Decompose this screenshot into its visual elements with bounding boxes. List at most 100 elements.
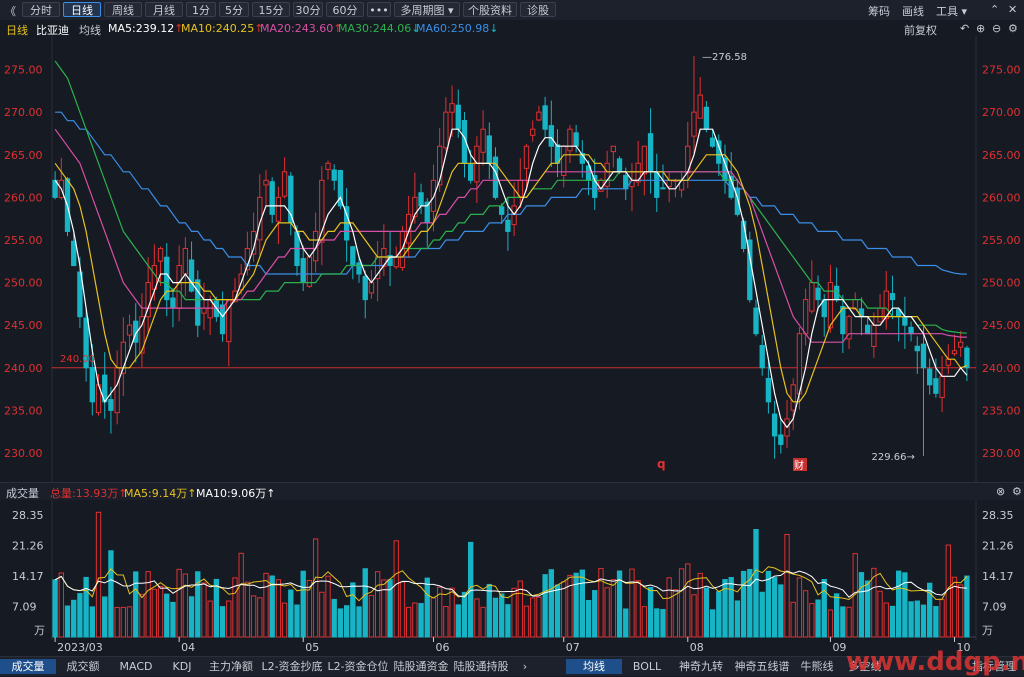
candle-body: [920, 343, 927, 369]
volume-bar: [77, 593, 83, 638]
high-annotation: —276.58: [702, 52, 747, 63]
candle-body: [958, 341, 964, 348]
candle-body: [468, 164, 474, 181]
candle-body: [660, 187, 666, 190]
volume-bar: [883, 602, 889, 638]
volume-bar: [455, 604, 461, 638]
volume-bar: [157, 585, 164, 638]
volume-close-icon[interactable]: ⊗: [996, 485, 1005, 498]
x-axis-label: 04: [181, 641, 195, 654]
candle-body: [927, 368, 933, 386]
bottom-tab-0[interactable]: 成交量: [0, 659, 56, 674]
volume-bar: [257, 597, 263, 638]
price-tick-left: 235.00: [4, 404, 43, 417]
candle-body: [281, 171, 288, 197]
candle-body: [325, 162, 331, 170]
volume-bar: [790, 601, 796, 638]
candle-body: [654, 172, 660, 198]
candle-body: [418, 192, 424, 207]
volume-bar: [716, 591, 722, 638]
volume-bar: [809, 603, 815, 638]
candle-body: [914, 345, 920, 352]
volume-bar: [405, 606, 412, 638]
volume-bar: [164, 593, 170, 638]
candle-body: [864, 324, 871, 335]
volume-bar: [672, 589, 679, 638]
bottom-tab-6[interactable]: L2-资金仓位: [324, 659, 392, 674]
candle-body: [536, 111, 542, 121]
candle-body: [157, 247, 164, 262]
candle-body: [499, 206, 505, 215]
volume-bar: [238, 552, 244, 638]
candle-body: [517, 179, 523, 198]
price-tick-left: 240.00: [4, 362, 43, 375]
bottom-tab-3[interactable]: KDJ: [162, 659, 202, 674]
candle-body: [964, 347, 970, 369]
volume-bar: [343, 605, 350, 638]
price-tick-left: 270.00: [4, 106, 43, 119]
overlay-tab-0[interactable]: 均线: [566, 659, 622, 674]
volume-bar: [275, 579, 282, 638]
bottom-tab-5[interactable]: L2-资金抄底: [260, 659, 324, 674]
volume-bar: [83, 576, 89, 638]
overlay-tab-1[interactable]: BOLL: [622, 659, 672, 674]
candle-body: [201, 307, 207, 314]
overlay-tab-2[interactable]: 神奇九转: [672, 659, 730, 674]
candle-body: [356, 262, 362, 275]
volume-bar: [728, 576, 734, 638]
candle-body: [108, 399, 114, 411]
candle-body: [815, 287, 821, 301]
volume-bar: [734, 600, 741, 638]
event-marker-cai: 财: [794, 459, 804, 472]
price-tick-right: 265.00: [982, 149, 1021, 162]
bottom-tab-4[interactable]: 主力净额: [202, 659, 260, 674]
price-tick-left: 275.00: [4, 64, 43, 77]
volume-bar: [362, 568, 368, 638]
candle-body: [827, 282, 834, 329]
candle-body: [126, 324, 133, 336]
bottom-tab-7[interactable]: 陆股通资金: [392, 659, 450, 674]
candle-body: [114, 367, 120, 414]
volume-bar: [784, 534, 790, 638]
volume-bar: [561, 581, 567, 638]
bottom-tab-2[interactable]: MACD: [110, 659, 162, 674]
candle-body: [443, 111, 449, 149]
volume-bar: [740, 570, 747, 638]
volume-bar: [71, 599, 77, 638]
volume-bar: [288, 589, 294, 638]
price-tick-right: 245.00: [982, 319, 1021, 332]
volume-bar: [920, 604, 927, 638]
volume-bar: [895, 570, 902, 638]
reference-line-label: 240.00: [60, 354, 95, 365]
volume-bar: [226, 600, 232, 638]
overlay-tab-4[interactable]: 牛熊线: [794, 659, 840, 674]
price-tick-left: 245.00: [4, 319, 43, 332]
volume-tick-right: 14.17: [982, 570, 1014, 583]
volume-bar: [102, 596, 108, 638]
volume-bar: [52, 579, 58, 638]
volume-bar: [933, 606, 939, 638]
x-axis-label: 2023/03: [57, 641, 103, 654]
price-tick-right: 260.00: [982, 191, 1021, 204]
candle-body: [759, 345, 765, 369]
bottom-tab-8[interactable]: 陆股通持股: [450, 659, 512, 674]
volume-bar: [64, 605, 71, 638]
price-tick-left: 255.00: [4, 234, 43, 247]
price-tick-right: 240.00: [982, 362, 1021, 375]
price-tick-right: 275.00: [982, 64, 1021, 77]
tabs-scroll-icon[interactable]: ›: [518, 659, 532, 674]
volume-bar: [133, 571, 139, 638]
volume-bar: [542, 574, 548, 638]
candle-body: [368, 282, 375, 294]
volume-settings-icon[interactable]: ⚙: [1012, 485, 1022, 498]
indicator-tabs: 成交量 成交额 MACD KDJ 主力净额 L2-资金抄底 L2-资金仓位 陆股通资金 陆股通持…: [0, 647, 1024, 677]
volume-bar: [654, 608, 660, 638]
volume-bar: [331, 598, 337, 638]
volume-bar: [443, 606, 449, 638]
overlay-tab-3[interactable]: 神奇五线谱: [730, 659, 794, 674]
volume-bar: [691, 594, 697, 638]
volume-bar: [430, 597, 437, 638]
x-axis-label: 09: [832, 641, 846, 654]
candle-body: [275, 196, 282, 222]
bottom-tab-1[interactable]: 成交额: [56, 659, 110, 674]
